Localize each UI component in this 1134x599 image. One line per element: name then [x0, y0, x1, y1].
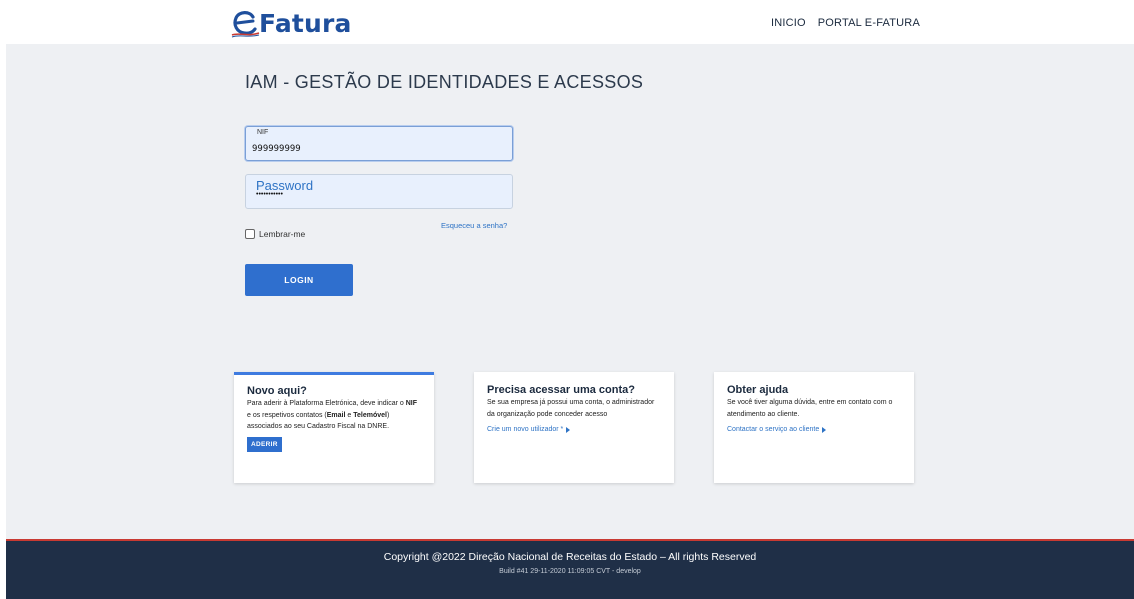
- logo-text: Fatura: [259, 8, 352, 38]
- contact-support-link[interactable]: Contactar o serviço ao cliente: [727, 426, 901, 433]
- efatura-e-icon: [231, 11, 260, 38]
- nif-field[interactable]: NIF 999999999: [245, 126, 513, 161]
- top-header: Fatura INICIO PORTAL E-FATURA: [6, 0, 1134, 44]
- caret-right-icon: [566, 426, 571, 433]
- card-access-account: Precisa acessar uma conta? Se sua empres…: [474, 372, 674, 483]
- card-text: Se você tiver alguma dúvida, entre em co…: [727, 399, 893, 418]
- remember-me-checkbox[interactable]: [245, 229, 255, 239]
- forgot-password-link[interactable]: Esqueceu a senha?: [441, 221, 507, 230]
- main-content: IAM - GESTÃO DE IDENTIDADES E ACESSOS NI…: [6, 44, 1134, 539]
- nav-link-portal-efatura[interactable]: PORTAL E-FATURA: [818, 17, 920, 29]
- card-title: Novo aqui?: [247, 385, 307, 397]
- nif-input-value[interactable]: 999999999: [252, 144, 301, 154]
- nav-link-inicio[interactable]: INICIO: [771, 17, 806, 29]
- password-field[interactable]: Password •••••••••••: [245, 174, 513, 209]
- efatura-logo[interactable]: Fatura: [231, 6, 352, 40]
- nif-label: NIF: [257, 129, 269, 136]
- remember-me[interactable]: Lembrar-me: [245, 229, 305, 239]
- remember-me-label: Lembrar-me: [259, 229, 306, 239]
- top-navigation: INICIO PORTAL E-FATURA: [771, 17, 920, 29]
- card-text: Se sua empresa já possui uma conta, o ad…: [487, 399, 655, 418]
- app-frame: Fatura INICIO PORTAL E-FATURA IAM - GEST…: [6, 0, 1134, 599]
- card-text: Para aderir à Plataforma Eletrónica, dev…: [247, 400, 418, 430]
- card-title: Precisa acessar uma conta?: [487, 384, 635, 396]
- card-get-help: Obter ajuda Se você tiver alguma dúvida,…: [714, 372, 914, 483]
- contact-support-link-label: Contactar o serviço ao cliente: [727, 426, 820, 433]
- footer: Copyright @2022 Direção Nacional de Rece…: [6, 539, 1134, 599]
- card-title: Obter ajuda: [727, 384, 789, 396]
- page-title: IAM - GESTÃO DE IDENTIDADES E ACESSOS: [245, 72, 644, 92]
- create-user-link-label: Crie um novo utilizador *: [487, 426, 564, 433]
- aderir-button[interactable]: ADERIR: [247, 436, 282, 452]
- password-input-value[interactable]: •••••••••••: [256, 191, 283, 198]
- footer-copyright: Copyright @2022 Direção Nacional de Rece…: [383, 551, 757, 563]
- footer-build-info: Build #41 29-11-2020 11:09:05 CVT - deve…: [499, 568, 641, 575]
- login-button[interactable]: LOGIN: [245, 264, 353, 296]
- card-new-here: Novo aqui? Para aderir à Plataforma Elet…: [234, 372, 434, 483]
- create-user-link[interactable]: Crie um novo utilizador *: [487, 426, 661, 433]
- caret-right-icon: [822, 426, 827, 433]
